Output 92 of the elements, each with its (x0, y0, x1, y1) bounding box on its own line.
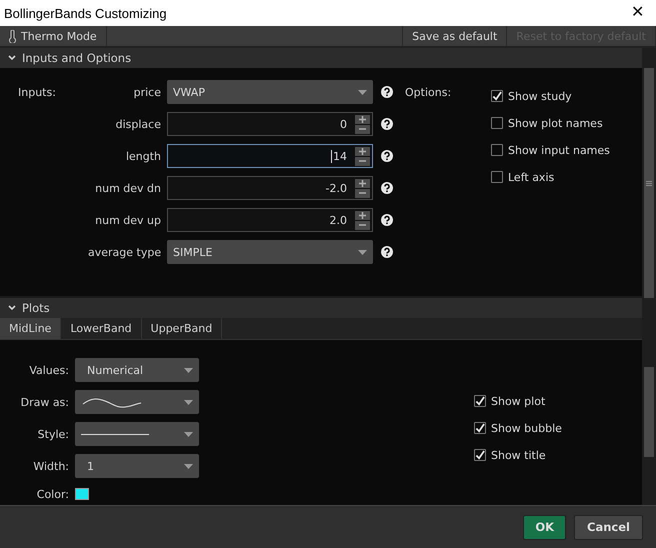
checkbox-option[interactable]: Show input names (491, 142, 610, 158)
input-label: average type (88, 246, 162, 258)
decrement-button[interactable] (355, 220, 370, 230)
setting-label: Width: (32, 460, 70, 472)
minus-icon (359, 128, 366, 130)
color-swatch[interactable] (75, 488, 89, 500)
checkmark-icon (475, 450, 485, 460)
increment-button[interactable] (355, 178, 370, 188)
options-label: Options: (405, 85, 452, 101)
increment-button[interactable] (355, 146, 370, 156)
checkbox[interactable] (491, 117, 503, 129)
option-label: Show title (491, 448, 546, 462)
checkbox[interactable] (474, 395, 486, 407)
grip-icon (646, 180, 652, 186)
input-label: num dev up (94, 214, 162, 226)
checkbox[interactable] (474, 422, 486, 434)
checkbox-option[interactable]: Show plot names (491, 115, 610, 131)
dropdown[interactable] (75, 390, 199, 414)
minus-icon (359, 224, 366, 226)
checkbox-option[interactable]: Left axis (491, 169, 610, 185)
number-field[interactable]: 2.0 (167, 208, 373, 232)
dropdown-caret-icon (184, 400, 193, 404)
option-label: Show study (508, 90, 572, 102)
checkbox-option[interactable]: Show title (474, 447, 562, 463)
number-field[interactable]: 14 (167, 144, 373, 168)
ok-button[interactable]: OK (523, 514, 566, 540)
scrollbar-thumb[interactable] (644, 367, 654, 457)
thermometer-icon (9, 30, 16, 42)
setting-label: Style: (36, 428, 70, 440)
checkbox-option[interactable]: Show study (491, 88, 610, 104)
section-header[interactable]: Plots (0, 298, 642, 318)
decrement-button[interactable] (355, 124, 370, 134)
option-label: Show bubble (491, 422, 562, 434)
option-label: Show plot (491, 394, 546, 408)
inputs-label: Inputs: (18, 85, 57, 101)
option-label: Show plot names (508, 116, 603, 130)
decrement-button[interactable] (355, 156, 370, 166)
scrollbar-thumb[interactable] (644, 68, 654, 298)
help-icon[interactable] (381, 150, 393, 162)
help-icon[interactable] (381, 214, 393, 226)
decrement-button[interactable] (355, 188, 370, 198)
plus-icon (359, 212, 366, 218)
plus-icon (359, 180, 366, 186)
dropdown-caret-icon (184, 432, 193, 436)
chevron-icon (8, 305, 16, 311)
solid-line-icon (81, 432, 149, 436)
checkbox-option[interactable]: Show plot (474, 393, 562, 409)
setting-label: Draw as: (20, 396, 70, 408)
help-icon[interactable] (381, 86, 393, 98)
increment-button[interactable] (355, 210, 370, 220)
increment-button[interactable] (355, 114, 370, 124)
checkbox[interactable] (474, 449, 486, 461)
dropdown-caret-icon (184, 464, 193, 468)
checkbox-option[interactable]: Show bubble (474, 420, 562, 436)
save-default-button[interactable]: Save as default (402, 26, 508, 46)
number-field[interactable]: 0 (167, 112, 373, 136)
input-label: displace (114, 118, 162, 130)
minus-icon (359, 160, 366, 162)
dropdown-caret-icon (184, 368, 193, 372)
plus-icon (359, 148, 366, 154)
checkbox[interactable] (491, 171, 503, 183)
dropdown[interactable]: SIMPLE (167, 240, 373, 264)
chevron-icon (8, 55, 16, 61)
dropdown[interactable] (75, 422, 199, 446)
input-label: num dev dn (94, 182, 162, 194)
checkbox[interactable] (491, 144, 503, 156)
plus-icon (359, 116, 366, 122)
dropdown[interactable]: Numerical (75, 358, 199, 382)
checkmark-icon (492, 90, 502, 102)
dropdown[interactable]: 1 (75, 454, 199, 478)
section-header[interactable]: Inputs and Options (0, 48, 642, 68)
dropdown-caret-icon (358, 90, 367, 94)
input-label: length (124, 150, 162, 162)
minus-icon (359, 192, 366, 194)
dropdown-caret-icon (358, 250, 367, 254)
setting-label: Color: (36, 488, 70, 500)
option-label: Show input names (508, 144, 610, 156)
help-icon[interactable] (381, 246, 393, 258)
setting-label: Values: (28, 364, 70, 376)
checkmark-icon (475, 422, 485, 434)
checkmark-icon (475, 396, 485, 406)
plot-tab[interactable]: MidLine (0, 318, 62, 339)
help-icon[interactable] (381, 118, 393, 130)
help-icon[interactable] (381, 182, 393, 194)
window-title: BollingerBands Customizing (4, 6, 167, 20)
input-label: price (132, 86, 162, 98)
option-label: Left axis (508, 170, 554, 184)
checkbox[interactable] (491, 90, 503, 102)
close-button[interactable]: ✕ (627, 5, 648, 21)
dropdown[interactable]: VWAP (167, 80, 373, 104)
number-field[interactable]: -2.0 (167, 176, 373, 200)
cancel-button[interactable]: Cancel (574, 514, 643, 540)
